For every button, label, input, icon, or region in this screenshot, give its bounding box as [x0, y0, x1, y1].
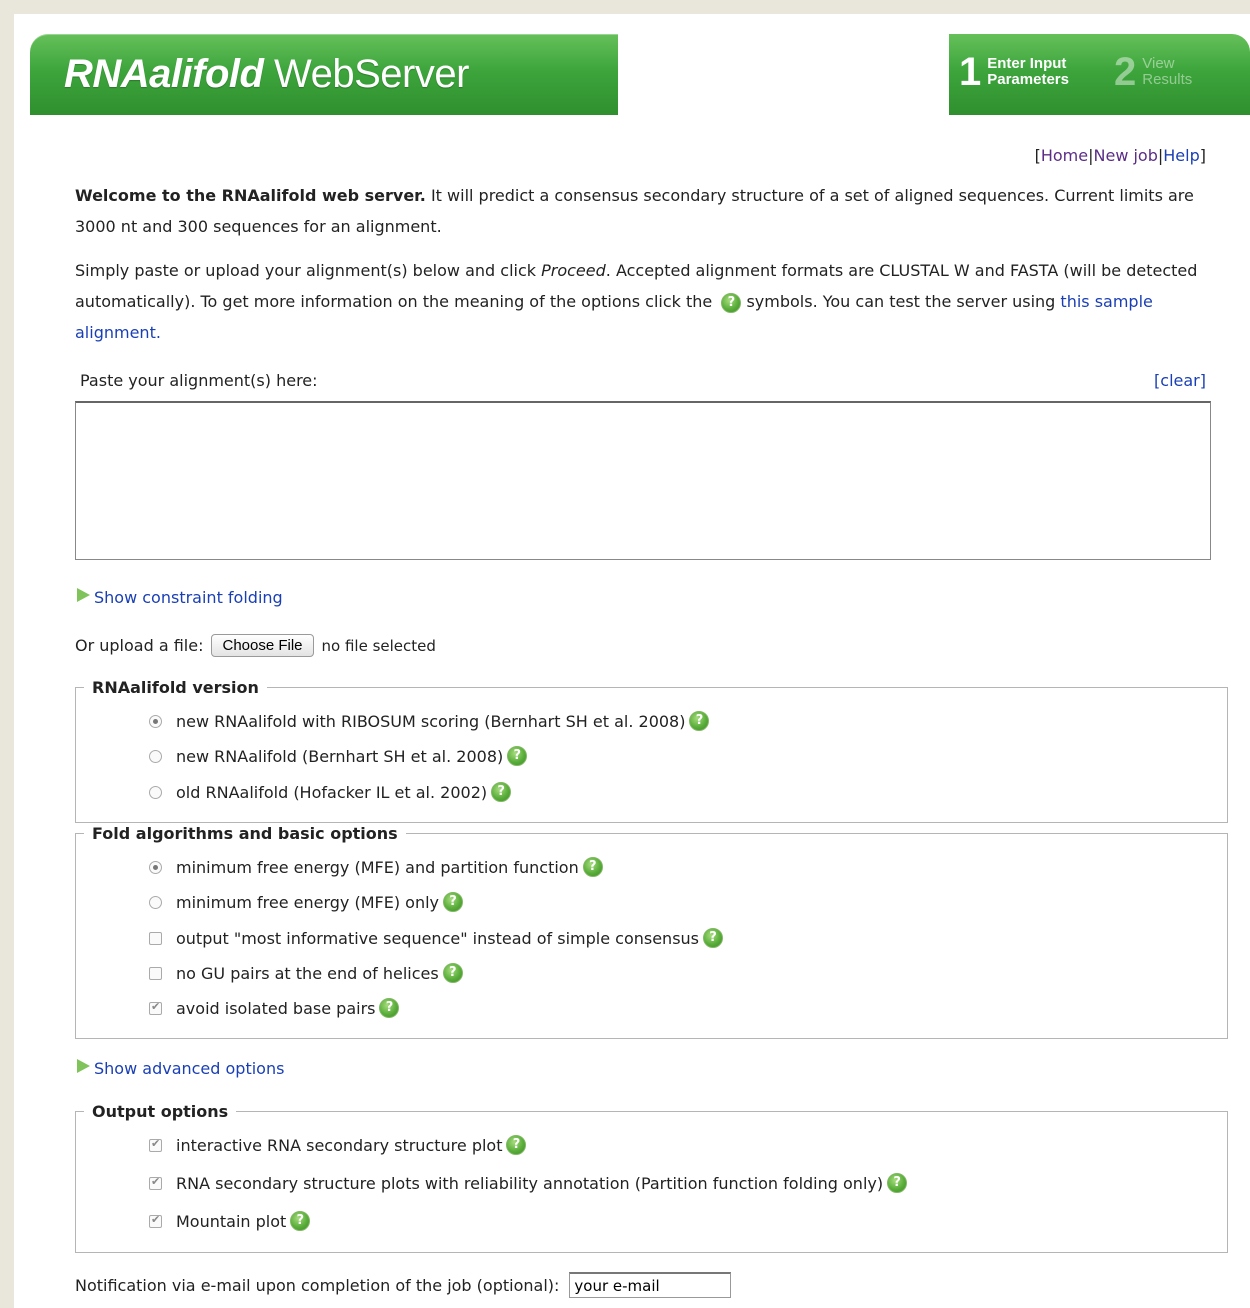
alignment-textarea[interactable] — [75, 401, 1211, 560]
page: RNAalifold WebServer 1 Enter Input Parame… — [14, 14, 1250, 1308]
alignment-label: Paste your alignment(s) here: — [80, 371, 318, 390]
fold-option-nogu[interactable]: no GU pairs at the end of helices? — [149, 963, 463, 983]
option-label: minimum free energy (MFE) only — [176, 892, 440, 912]
advanced-options-link[interactable]: Show advanced options — [94, 1059, 284, 1078]
version-legend: RNAalifold version — [92, 678, 259, 697]
checkbox[interactable] — [149, 1213, 162, 1228]
header-banner: RNAalifold WebServer — [30, 34, 618, 115]
constraint-folding-toggle[interactable]: Show constraint folding — [77, 588, 283, 607]
proceed-emphasis: Proceed — [541, 261, 606, 280]
intro-bold: Welcome to the RNAalifold web server. — [75, 186, 426, 205]
email-label: Notification via e-mail upon completion … — [75, 1275, 560, 1295]
help-icon[interactable]: ? — [887, 1173, 908, 1193]
radio-button[interactable] — [149, 785, 162, 799]
expand-triangle-icon — [77, 1059, 90, 1073]
option-label: Mountain plot — [176, 1211, 287, 1231]
fold-option-mis[interactable]: output "most informative sequence" inste… — [149, 928, 723, 948]
step-view-results: 2 View Results — [1114, 52, 1192, 92]
step-label-line1: View — [1142, 55, 1175, 72]
output-option-mountain[interactable]: Mountain plot? — [149, 1211, 311, 1231]
intro-paragraph: Welcome to the RNAalifold web server. It… — [75, 180, 1225, 242]
app-title: RNAalifold WebServer — [64, 52, 469, 97]
fold-option-noisolated[interactable]: avoid isolated base pairs? — [149, 998, 400, 1018]
option-label: RNA secondary structure plots with relia… — [176, 1173, 884, 1193]
step-indicator: 1 Enter Input Parameters 2 View Results — [949, 34, 1250, 115]
output-legend: Output options — [92, 1102, 229, 1121]
choose-file-button[interactable]: Choose File — [211, 634, 314, 657]
help-icon[interactable]: ? — [491, 782, 512, 802]
option-label: output "most informative sequence" inste… — [176, 928, 699, 948]
option-label: old RNAalifold (Hofacker IL et al. 2002) — [176, 782, 488, 802]
version-option-new[interactable]: new RNAalifold (Bernhart SH et al. 2008)… — [149, 746, 528, 766]
option-label: avoid isolated base pairs — [176, 998, 376, 1018]
help-icon[interactable]: ? — [507, 746, 528, 766]
option-label: interactive RNA secondary structure plot — [176, 1135, 503, 1155]
radio-button[interactable] — [149, 714, 162, 728]
instructions-paragraph: Simply paste or upload your alignment(s)… — [75, 255, 1225, 348]
help-icon[interactable]: ? — [703, 928, 723, 948]
step-label-line2: Parameters — [987, 71, 1069, 88]
radio-button[interactable] — [149, 860, 162, 874]
upload-status: no file selected — [321, 636, 436, 655]
checkbox[interactable] — [149, 966, 162, 980]
checkbox[interactable] — [149, 1137, 162, 1152]
version-option-ribosum[interactable]: new RNAalifold with RIBOSUM scoring (Ber… — [149, 711, 710, 731]
instructions-text: symbols. You can test the server using — [741, 292, 1061, 311]
app-title-rest: WebServer — [263, 52, 469, 96]
help-icon: ? — [721, 292, 742, 313]
help-icon[interactable]: ? — [442, 963, 463, 983]
checkbox[interactable] — [149, 1000, 162, 1015]
instructions-text: Simply paste or upload your alignment(s)… — [75, 261, 542, 280]
help-icon[interactable]: ? — [379, 998, 400, 1018]
nav-home-link[interactable]: Home — [1041, 146, 1088, 165]
option-label: new RNAalifold with RIBOSUM scoring (Ber… — [176, 711, 686, 731]
checkbox[interactable] — [149, 1175, 162, 1190]
radio-button[interactable] — [149, 749, 162, 763]
step-label-line1: Enter Input — [987, 55, 1067, 72]
step-enter-input: 1 Enter Input Parameters — [959, 52, 1069, 92]
help-icon[interactable]: ? — [290, 1211, 311, 1231]
bracket-close: ] — [1199, 146, 1206, 165]
email-field[interactable] — [569, 1272, 732, 1298]
option-label: new RNAalifold (Bernhart SH et al. 2008) — [176, 746, 504, 766]
nav-help-link[interactable]: Help — [1163, 146, 1199, 165]
fold-option-mfe-pf[interactable]: minimum free energy (MFE) and partition … — [149, 857, 603, 877]
output-option-reliability[interactable]: RNA secondary structure plots with relia… — [149, 1173, 908, 1193]
constraint-folding-link[interactable]: Show constraint folding — [94, 588, 283, 607]
app-title-bold: RNAalifold — [64, 52, 264, 96]
help-icon[interactable]: ? — [506, 1135, 527, 1155]
fold-option-mfe-only[interactable]: minimum free energy (MFE) only? — [149, 892, 464, 912]
step-number: 2 — [1114, 50, 1137, 94]
checkbox[interactable] — [149, 931, 162, 945]
nav-newjob-link[interactable]: New job — [1094, 146, 1158, 165]
version-option-old[interactable]: old RNAalifold (Hofacker IL et al. 2002)… — [149, 782, 512, 802]
upload-label: Or upload a file: — [75, 636, 204, 655]
upload-row: Or upload a file: Choose File no file se… — [75, 634, 436, 657]
expand-triangle-icon — [77, 588, 90, 602]
step-number: 1 — [959, 50, 982, 94]
help-icon[interactable]: ? — [582, 857, 603, 877]
advanced-options-toggle[interactable]: Show advanced options — [77, 1059, 284, 1078]
clear-link[interactable]: [clear] — [1154, 371, 1206, 390]
top-nav: [Home|New job|Help] — [1035, 146, 1206, 165]
fold-legend: Fold algorithms and basic options — [92, 824, 398, 843]
option-label: minimum free energy (MFE) and partition … — [176, 857, 579, 877]
email-row: Notification via e-mail upon completion … — [75, 1272, 732, 1298]
radio-button[interactable] — [149, 895, 162, 909]
option-label: no GU pairs at the end of helices — [176, 963, 439, 983]
help-icon[interactable]: ? — [689, 711, 710, 731]
help-icon[interactable]: ? — [443, 892, 464, 912]
output-option-interactive[interactable]: interactive RNA secondary structure plot… — [149, 1135, 527, 1155]
step-label-line2: Results — [1142, 71, 1193, 88]
